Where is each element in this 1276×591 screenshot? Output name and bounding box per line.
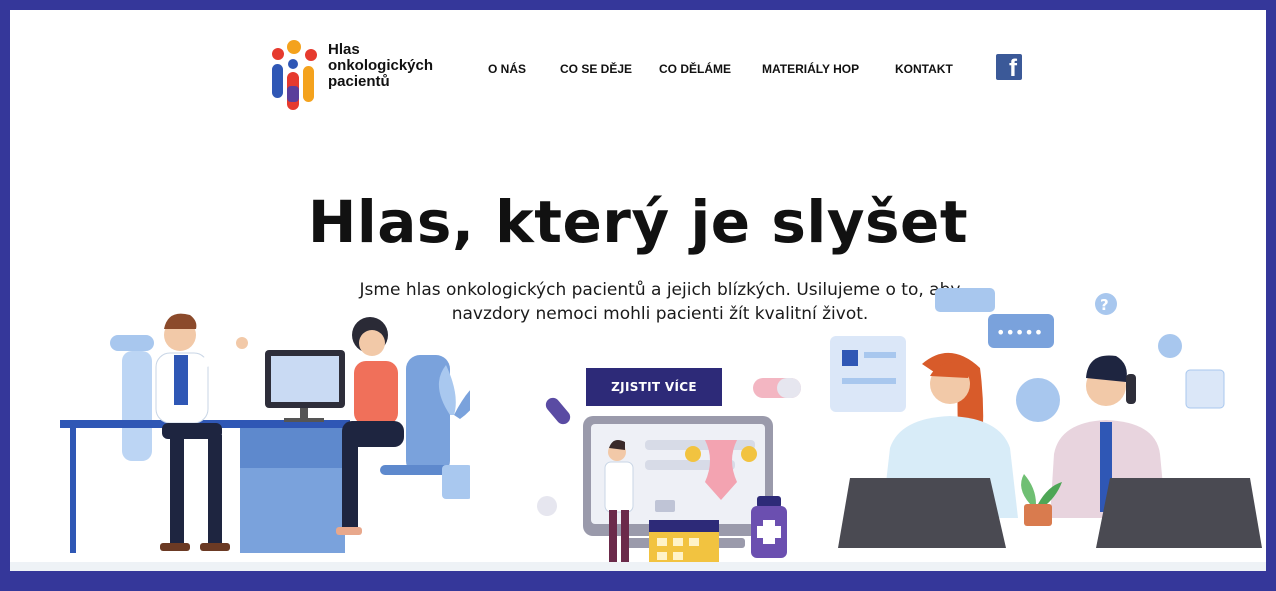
chat-dots: ••••• xyxy=(996,323,1043,342)
nav-item-o-nas[interactable]: O NÁS xyxy=(488,62,526,76)
logo-mark-icon xyxy=(272,40,317,110)
oncology-research-illustration xyxy=(537,378,801,570)
logo-line-1: Hlas xyxy=(328,41,360,58)
nav-item-co-se-deje[interactable]: CO SE DĚJE xyxy=(560,62,632,76)
top-navigation: Hlas onkologických pacientů O NÁS CO SE … xyxy=(10,10,1266,130)
logo-line-2: onkologických xyxy=(328,57,434,74)
logo-text: Hlas onkologických pacientů xyxy=(328,42,433,90)
hero-title: Hlas, který je slyšet xyxy=(307,188,969,256)
facebook-icon[interactable]: f xyxy=(996,54,1022,82)
nav-item-co-delame[interactable]: CO DĚLÁME xyxy=(659,62,731,76)
support-hotline-illustration: ••••• ? xyxy=(830,288,1262,548)
nav-item-kontakt[interactable]: KONTAKT xyxy=(895,62,953,76)
facebook-glyph: f xyxy=(1009,55,1017,82)
help-question-mark: ? xyxy=(1100,296,1109,314)
logo-line-3: pacientů xyxy=(328,73,390,90)
doctor-consultation-illustration xyxy=(60,313,470,553)
page-bottom-strip xyxy=(10,562,1266,571)
nav-item-materialy-hop[interactable]: MATERIÁLY HOP xyxy=(762,62,859,76)
web-page: Hlas onkologických pacientů O NÁS CO SE … xyxy=(10,10,1266,571)
site-logo[interactable]: Hlas onkologických pacientů xyxy=(268,38,458,118)
